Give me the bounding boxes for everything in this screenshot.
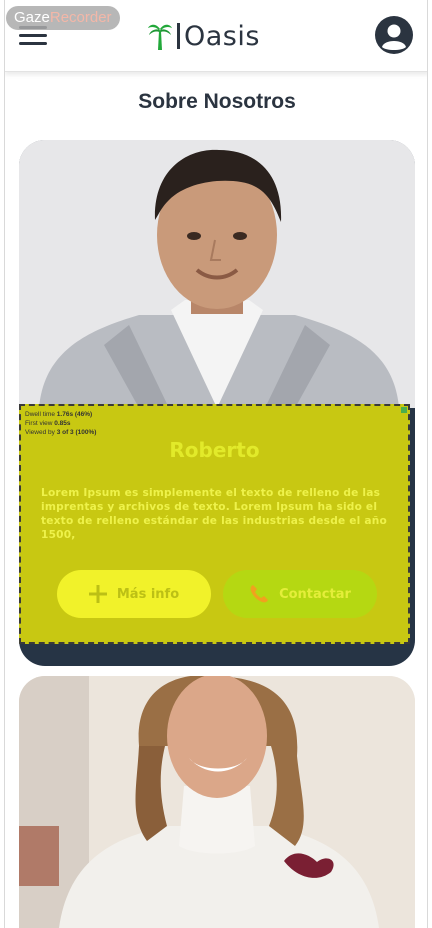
first-view-value: 0.85s — [54, 420, 71, 427]
profile-photo-2 — [19, 676, 415, 928]
profile-photo — [19, 140, 415, 408]
recorder-badge-part2: Recorder — [49, 9, 112, 26]
gaze-marker-icon — [401, 407, 407, 413]
recorder-badge-part1: Gaze — [14, 9, 50, 26]
page-title: Sobre Nosotros — [138, 90, 296, 113]
first-view-label: First view — [25, 420, 53, 427]
profile-card: Dwell time 1.76s (46%) First view 0.85s … — [19, 140, 415, 666]
plus-icon — [88, 585, 107, 603]
more-info-button[interactable]: Más info — [57, 570, 211, 618]
app-frame: Oasis Sobre Nosotros Dwell time 1.76s (4… — [4, 0, 428, 928]
dwell-value: 1.76s (46%) — [56, 411, 93, 418]
contact-label: Contactar — [279, 586, 351, 602]
profile-name: Roberto — [169, 438, 260, 462]
phone-icon — [250, 585, 269, 603]
dwell-label: Dwell time — [25, 411, 55, 418]
gaze-heat-overlay: Dwell time 1.76s (46%) First view 0.85s … — [19, 404, 410, 644]
contact-button[interactable]: Contactar — [223, 570, 377, 618]
logo-divider — [177, 23, 180, 49]
account-icon[interactable] — [375, 16, 413, 54]
profile-card-2 — [19, 676, 415, 928]
viewed-value: 3 of 3 (100%) — [56, 429, 97, 436]
profile-description: Lorem Ipsum es simplemente el texto de r… — [41, 487, 387, 541]
logo-text: Oasis — [184, 20, 260, 52]
gaze-stats: Dwell time 1.76s (46%) First view 0.85s … — [25, 410, 96, 437]
brand-logo[interactable]: Oasis — [147, 18, 260, 54]
viewed-label: Viewed by — [25, 429, 55, 436]
palm-logo-icon — [148, 24, 172, 50]
gaze-recorder-badge: GazeRecorder — [6, 6, 120, 30]
more-info-label: Más info — [116, 586, 180, 602]
